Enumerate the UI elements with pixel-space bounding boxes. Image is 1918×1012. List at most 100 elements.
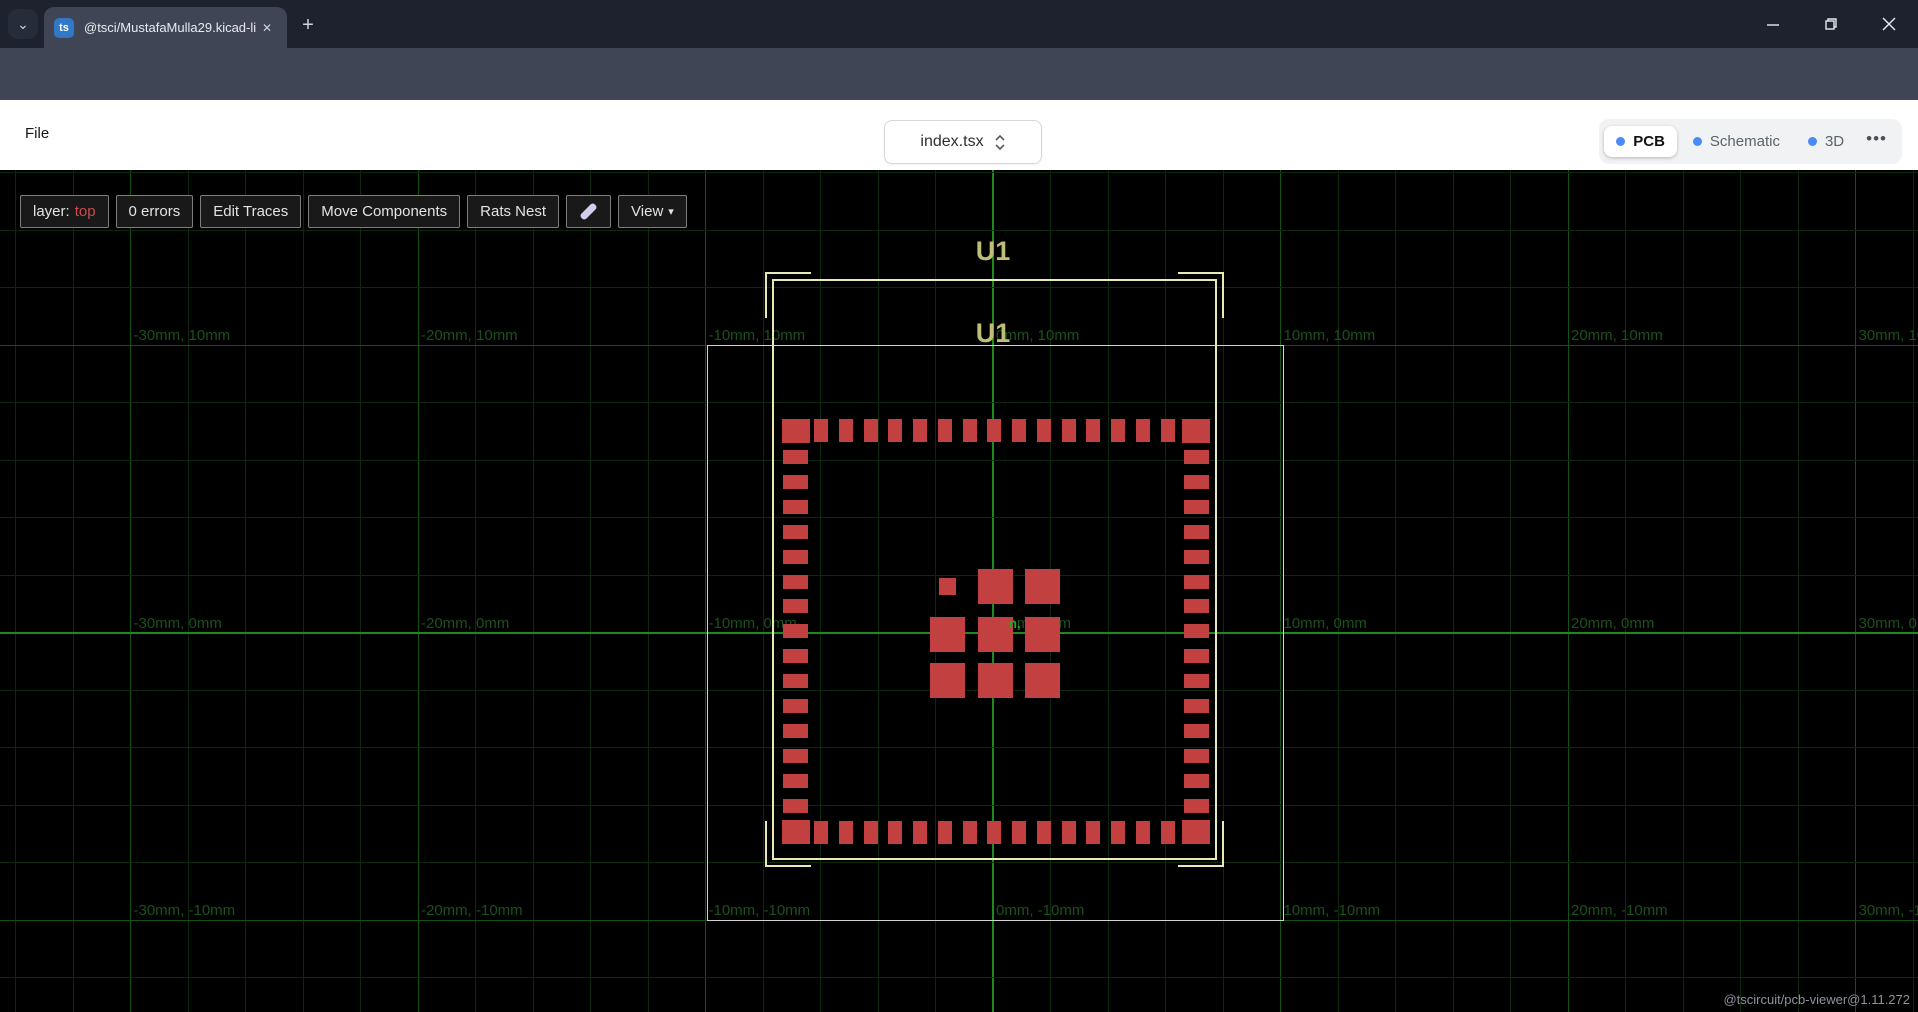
- tab-search-button[interactable]: ⌄: [8, 9, 38, 39]
- grid-vline: [1683, 170, 1684, 1012]
- grid-vline: [648, 170, 649, 1012]
- grid-hline: [0, 172, 1918, 173]
- grid-vline: [73, 170, 74, 1012]
- file-selector-dropdown[interactable]: index.tsx: [884, 120, 1042, 164]
- grid-coordinate-label: -30mm, 10mm: [134, 327, 231, 344]
- restore-button[interactable]: [1802, 0, 1860, 48]
- edit-traces-button[interactable]: Edit Traces: [200, 195, 301, 228]
- pcb-canvas[interactable]: -30mm, 10mm -30mm, 0mm -30mm, -10mm -20mm, …: [0, 170, 1918, 1012]
- grid-vline: [1338, 170, 1339, 1012]
- grid-coordinate-label: 30mm, 0mm: [1859, 615, 1918, 632]
- view-label: View: [631, 203, 663, 220]
- silkscreen-corner-mark: [765, 272, 811, 274]
- browser-titlebar: ⌄ ts @tsci/MustafaMulla29.kicad-lib ✕ +: [0, 0, 1918, 48]
- grid-coordinate-label: -30mm, 0mm: [134, 615, 222, 632]
- grid-vline: [1510, 170, 1511, 1012]
- tab-schematic[interactable]: Schematic: [1681, 126, 1792, 157]
- grid-vline: [475, 170, 476, 1012]
- chevron-down-icon: ⌄: [17, 16, 29, 33]
- tab-close-icon[interactable]: ✕: [257, 18, 277, 38]
- silkscreen-corner-mark: [765, 272, 767, 318]
- silkscreen-corner-mark: [765, 821, 767, 867]
- grid-vline: [1568, 170, 1569, 1012]
- pencil-icon: [579, 202, 597, 220]
- grid-coordinate-label: 20mm, 10mm: [1571, 327, 1663, 344]
- net-label: n,: [1009, 616, 1021, 631]
- grid-coordinate-label: 10mm, 0mm: [1284, 615, 1367, 632]
- grid-coordinate-label: -30mm, -10mm: [134, 902, 236, 919]
- errors-button[interactable]: 0 errors: [116, 195, 194, 228]
- tab-schematic-label: Schematic: [1710, 133, 1780, 150]
- grid-vline: [130, 170, 131, 1012]
- grid-vline: [418, 170, 419, 1012]
- view-switcher: PCB Schematic 3D •••: [1599, 119, 1902, 164]
- minimize-button[interactable]: [1744, 0, 1802, 48]
- grid-coordinate-label: 10mm, -10mm: [1284, 902, 1381, 919]
- silkscreen-corner-mark: [1222, 821, 1224, 867]
- pcb-dot-icon: [1616, 137, 1625, 146]
- grid-coordinate-label: 30mm, 10mm: [1859, 327, 1918, 344]
- grid-vline: [1740, 170, 1741, 1012]
- new-tab-button[interactable]: +: [295, 12, 321, 38]
- file-selector-value: index.tsx: [920, 133, 983, 151]
- grid-vline: [1453, 170, 1454, 1012]
- grid-hline: [0, 977, 1918, 978]
- grid-vline: [303, 170, 304, 1012]
- grid-vline: [245, 170, 246, 1012]
- chevron-updown-icon: [994, 134, 1006, 151]
- close-icon: [1882, 17, 1896, 31]
- refdes-label-top: U1: [976, 236, 1011, 267]
- grid-coordinate-label: 20mm, -10mm: [1571, 902, 1668, 919]
- grid-vline: [1855, 170, 1856, 1012]
- tab-3d[interactable]: 3D: [1796, 126, 1856, 157]
- schematic-dot-icon: [1693, 137, 1702, 146]
- file-menu[interactable]: File: [25, 125, 49, 142]
- browser-tab[interactable]: ts @tsci/MustafaMulla29.kicad-lib ✕: [44, 7, 287, 48]
- restore-icon: [1824, 17, 1838, 31]
- tab-title: @tsci/MustafaMulla29.kicad-lib: [84, 20, 257, 35]
- silkscreen-corner-mark: [1178, 272, 1224, 274]
- more-views-button[interactable]: •••: [1860, 129, 1897, 155]
- grid-vline: [188, 170, 189, 1012]
- grid-vline: [360, 170, 361, 1012]
- grid-coordinate-label: -20mm, 10mm: [421, 327, 518, 344]
- rats-nest-button[interactable]: Rats Nest: [467, 195, 559, 228]
- grid-vline: [590, 170, 591, 1012]
- silkscreen-corner-mark: [1178, 865, 1224, 867]
- pcb-toolbar: layer: top 0 errors Edit Traces Move Com…: [20, 195, 687, 228]
- grid-vline: [1625, 170, 1626, 1012]
- grid-hline: [0, 230, 1918, 231]
- grid-vline: [1395, 170, 1396, 1012]
- refdes-label-inner: U1: [976, 318, 1011, 349]
- layer-button[interactable]: layer: top: [20, 195, 109, 228]
- tab-pcb[interactable]: PCB: [1604, 126, 1677, 157]
- viewer-version: @tscircuit/pcb-viewer@1.11.272: [1723, 992, 1910, 1007]
- silkscreen-corner-mark: [1222, 272, 1224, 318]
- grid-vline: [1913, 170, 1914, 1012]
- minimize-icon: [1766, 17, 1780, 31]
- move-components-button[interactable]: Move Components: [308, 195, 460, 228]
- grid-vline: [533, 170, 534, 1012]
- typescript-favicon-icon: ts: [54, 18, 74, 38]
- grid-coordinate-label: 30mm, -10mm: [1859, 902, 1918, 919]
- tab-3d-label: 3D: [1825, 133, 1844, 150]
- browser-window: ⌄ ts @tsci/MustafaMulla29.kicad-lib ✕ +: [0, 0, 1918, 1012]
- grid-coordinate-label: -20mm, -10mm: [421, 902, 523, 919]
- 3d-dot-icon: [1808, 137, 1817, 146]
- silkscreen-outline: [772, 279, 1217, 860]
- grid-coordinate-label: 20mm, 0mm: [1571, 615, 1654, 632]
- grid-coordinate-label: -20mm, 0mm: [421, 615, 509, 632]
- pencil-button[interactable]: [566, 195, 611, 228]
- grid-vline: [1798, 170, 1799, 1012]
- tab-pcb-label: PCB: [1633, 133, 1665, 150]
- caret-down-icon: ▾: [668, 205, 674, 218]
- grid-vline: [15, 170, 16, 1012]
- grid-coordinate-label: 10mm, 10mm: [1284, 327, 1376, 344]
- grid-vline: [705, 170, 706, 1012]
- layer-prefix: layer:: [33, 203, 70, 220]
- silkscreen-corner-mark: [765, 865, 811, 867]
- window-controls: [1744, 0, 1918, 48]
- layer-value: top: [75, 203, 96, 220]
- view-dropdown-button[interactable]: View ▾: [618, 195, 687, 228]
- close-window-button[interactable]: [1860, 0, 1918, 48]
